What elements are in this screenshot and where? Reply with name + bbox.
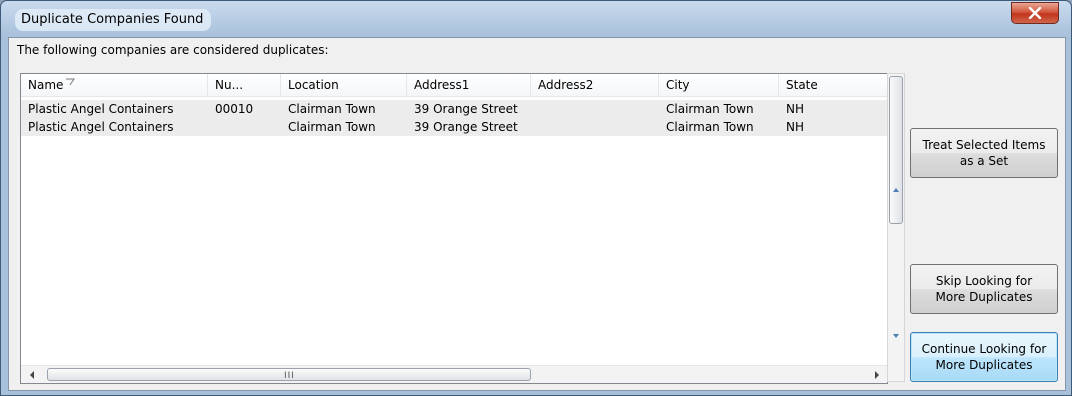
table-row[interactable]: Plastic Angel Containers 00010 Clairman … bbox=[21, 100, 887, 118]
duplicates-list[interactable]: Name Nu... Location Address1 Address2 Ci… bbox=[20, 73, 888, 384]
sort-descending-icon bbox=[66, 78, 75, 86]
arrow-up-icon bbox=[893, 188, 899, 192]
horizontal-scroll-thumb[interactable]: III bbox=[47, 368, 531, 381]
cell-state: NH bbox=[786, 102, 804, 116]
cell-address2 bbox=[531, 118, 659, 136]
cell-name: Plastic Angel Containers bbox=[28, 120, 174, 134]
column-header-city[interactable]: City bbox=[659, 74, 779, 96]
cell-location: Clairman Town bbox=[288, 120, 376, 134]
treat-as-set-button[interactable]: Treat Selected Items as a Set bbox=[910, 128, 1058, 178]
cell-address2 bbox=[531, 100, 659, 118]
table-row[interactable]: Plastic Angel Containers Clairman Town 3… bbox=[21, 118, 887, 136]
list-header: Name Nu... Location Address1 Address2 Ci… bbox=[21, 74, 887, 97]
continue-looking-button[interactable]: Continue Looking for More Duplicates bbox=[910, 332, 1058, 382]
skip-looking-button[interactable]: Skip Looking for More Duplicates bbox=[910, 264, 1058, 314]
cell-state: NH bbox=[786, 120, 804, 134]
close-icon bbox=[1028, 7, 1042, 19]
column-header-location[interactable]: Location bbox=[281, 74, 407, 96]
scroll-left-button[interactable] bbox=[23, 366, 40, 383]
arrow-right-icon bbox=[874, 370, 879, 379]
cell-number bbox=[208, 118, 281, 136]
dialog-client-area: The following companies are considered d… bbox=[8, 37, 1066, 391]
duplicates-caption: The following companies are considered d… bbox=[17, 43, 329, 57]
cell-address1: 39 Orange Street bbox=[414, 120, 518, 134]
scroll-grip: III bbox=[284, 371, 295, 381]
cell-location: Clairman Town bbox=[288, 102, 376, 116]
scroll-down-button[interactable] bbox=[888, 330, 904, 342]
scroll-right-button[interactable] bbox=[868, 366, 885, 383]
list-rows: Plastic Angel Containers 00010 Clairman … bbox=[21, 100, 887, 136]
column-header-address2[interactable]: Address2 bbox=[531, 74, 659, 96]
column-header-state[interactable]: State bbox=[779, 74, 887, 96]
horizontal-scrollbar[interactable]: III bbox=[21, 365, 887, 383]
arrow-left-icon bbox=[29, 370, 34, 379]
cell-city: Clairman Town bbox=[666, 120, 754, 134]
cell-number: 00010 bbox=[215, 102, 254, 116]
window-title: Duplicate Companies Found bbox=[15, 9, 212, 31]
cell-address1: 39 Orange Street bbox=[414, 102, 518, 116]
column-header-address1[interactable]: Address1 bbox=[407, 74, 531, 96]
vertical-scrollbar[interactable] bbox=[887, 73, 905, 382]
vertical-scroll-thumb[interactable] bbox=[889, 76, 903, 224]
close-button[interactable] bbox=[1011, 2, 1059, 24]
cell-city: Clairman Town bbox=[666, 102, 754, 116]
title-bar[interactable]: Duplicate Companies Found bbox=[1, 1, 1071, 37]
column-header-number[interactable]: Nu... bbox=[208, 74, 281, 96]
scroll-up-button[interactable] bbox=[888, 184, 904, 196]
dialog-window: Duplicate Companies Found The following … bbox=[0, 0, 1072, 396]
column-header-name[interactable]: Name bbox=[21, 74, 208, 96]
cell-name: Plastic Angel Containers bbox=[28, 102, 174, 116]
arrow-down-icon bbox=[893, 334, 899, 338]
